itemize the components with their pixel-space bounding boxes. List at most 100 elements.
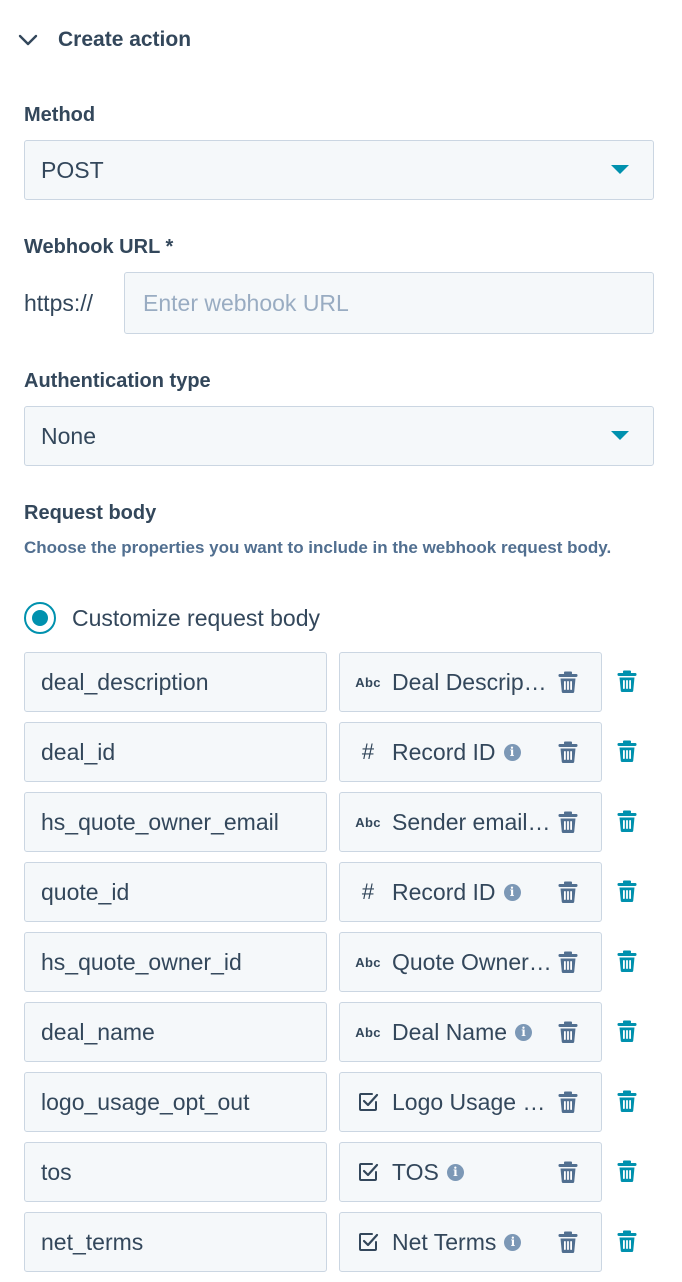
clear-property-trash[interactable] xyxy=(557,1230,579,1254)
text-type-icon: Abc xyxy=(355,954,381,970)
property-key-value: quote_id xyxy=(41,878,130,905)
property-select-value: Record ID xyxy=(392,738,496,765)
trash-icon[interactable] xyxy=(557,810,579,834)
property-key-value: deal_description xyxy=(41,668,209,695)
info-icon[interactable]: i xyxy=(446,1163,464,1181)
property-row: hs_quote_owner_email Abc Sender email… xyxy=(24,792,664,852)
property-key-value: hs_quote_owner_id xyxy=(41,948,242,975)
clear-property-trash[interactable] xyxy=(557,670,579,694)
checkbox-type-icon-wrap xyxy=(354,1213,382,1271)
property-key-value: net_terms xyxy=(41,1228,144,1255)
property-key-input[interactable]: logo_usage_opt_out xyxy=(24,1072,327,1132)
delete-row-button[interactable] xyxy=(616,669,638,693)
customize-request-body-radio[interactable]: Customize request body xyxy=(24,598,320,638)
trash-icon[interactable] xyxy=(616,809,638,833)
property-select-value-wrap: Quote Owner… xyxy=(392,933,552,991)
radio-label: Customize request body xyxy=(72,604,321,631)
property-select-value: Deal Name xyxy=(392,1018,508,1045)
property-select-value: Logo Usage … xyxy=(392,1088,546,1115)
trash-icon[interactable] xyxy=(616,1019,638,1043)
property-key-input[interactable]: deal_id xyxy=(24,722,327,782)
property-select-value: Sender email… xyxy=(392,808,551,835)
trash-icon[interactable] xyxy=(616,1089,638,1113)
delete-row-button[interactable] xyxy=(616,1019,638,1043)
delete-row-button[interactable] xyxy=(616,1089,638,1113)
property-select-value: TOS xyxy=(392,1158,439,1185)
trash-icon[interactable] xyxy=(616,1159,638,1183)
delete-row-button[interactable] xyxy=(616,1159,638,1183)
property-key-input[interactable]: hs_quote_owner_id xyxy=(24,932,327,992)
caret-down-icon xyxy=(611,165,629,174)
trash-icon[interactable] xyxy=(557,670,579,694)
property-select-value-wrap: Net Terms i xyxy=(392,1213,522,1271)
auth-type-label: Authentication type xyxy=(24,370,211,392)
property-select[interactable]: TOS i xyxy=(339,1142,602,1202)
delete-row-button[interactable] xyxy=(616,1229,638,1253)
checkbox-type-icon xyxy=(359,1093,379,1111)
property-select-value: Deal Descrip… xyxy=(392,668,547,695)
trash-icon[interactable] xyxy=(616,669,638,693)
property-row: logo_usage_opt_out Logo Usage … xyxy=(24,1072,664,1132)
method-select[interactable]: POST xyxy=(24,140,654,200)
property-select[interactable]: Abc Quote Owner… xyxy=(339,932,602,992)
trash-icon[interactable] xyxy=(557,740,579,764)
property-select[interactable]: Net Terms i xyxy=(339,1212,602,1272)
trash-icon[interactable] xyxy=(557,880,579,904)
chevron-down-icon xyxy=(18,34,38,46)
delete-row-button[interactable] xyxy=(616,879,638,903)
clear-property-trash[interactable] xyxy=(557,810,579,834)
checkbox-type-icon xyxy=(359,1233,379,1251)
property-select[interactable]: Abc Deal Name i xyxy=(339,1002,602,1062)
trash-icon[interactable] xyxy=(616,949,638,973)
property-key-input[interactable]: deal_description xyxy=(24,652,327,712)
property-key-input[interactable]: net_terms xyxy=(24,1212,327,1272)
property-row: tos TOS i xyxy=(24,1142,664,1202)
webhook-url-input[interactable] xyxy=(124,272,654,334)
radio-button[interactable] xyxy=(24,602,56,634)
info-icon[interactable]: i xyxy=(515,1023,533,1041)
clear-property-trash[interactable] xyxy=(557,740,579,764)
property-key-input[interactable]: quote_id xyxy=(24,862,327,922)
webhook-url-label: Webhook URL * xyxy=(24,236,174,258)
delete-row-button[interactable] xyxy=(616,949,638,973)
clear-property-trash[interactable] xyxy=(557,1090,579,1114)
property-select[interactable]: # Record ID i xyxy=(339,722,602,782)
trash-icon[interactable] xyxy=(616,739,638,763)
clear-property-trash[interactable] xyxy=(557,880,579,904)
checkbox-type-icon xyxy=(359,1163,379,1181)
clear-property-trash[interactable] xyxy=(557,1020,579,1044)
checkbox-type-icon-wrap xyxy=(354,1143,382,1201)
info-icon[interactable]: i xyxy=(504,1233,522,1251)
checkbox-type-icon-wrap xyxy=(354,1073,382,1131)
trash-icon[interactable] xyxy=(557,1020,579,1044)
property-key-input[interactable]: hs_quote_owner_email xyxy=(24,792,327,852)
info-icon[interactable]: i xyxy=(503,883,521,901)
create-action-panel: Create action Method POST Webhook URL * … xyxy=(0,0,682,1282)
delete-row-button[interactable] xyxy=(616,739,638,763)
number-type-icon: # xyxy=(361,739,375,764)
trash-icon[interactable] xyxy=(557,1090,579,1114)
property-key-value: deal_id xyxy=(41,738,116,765)
property-select-value-wrap: TOS i xyxy=(392,1143,464,1201)
trash-icon[interactable] xyxy=(616,879,638,903)
property-select[interactable]: # Record ID i xyxy=(339,862,602,922)
trash-icon[interactable] xyxy=(557,1230,579,1254)
info-icon[interactable]: i xyxy=(503,743,521,761)
property-select[interactable]: Abc Sender email… xyxy=(339,792,602,852)
trash-icon[interactable] xyxy=(557,1160,579,1184)
property-key-input[interactable]: deal_name xyxy=(24,1002,327,1062)
delete-row-button[interactable] xyxy=(616,809,638,833)
trash-icon[interactable] xyxy=(616,1229,638,1253)
property-select[interactable]: Logo Usage … xyxy=(339,1072,602,1132)
clear-property-trash[interactable] xyxy=(557,1160,579,1184)
property-key-input[interactable]: tos xyxy=(24,1142,327,1202)
clear-property-trash[interactable] xyxy=(557,950,579,974)
trash-icon[interactable] xyxy=(557,950,579,974)
text-type-icon: Abc xyxy=(355,674,381,690)
property-key-value: tos xyxy=(41,1158,72,1185)
create-action-toggle[interactable]: Create action xyxy=(16,22,191,58)
section-title: Create action xyxy=(58,28,192,51)
auth-type-select[interactable]: None xyxy=(24,406,654,466)
property-select[interactable]: Abc Deal Descrip… xyxy=(339,652,602,712)
radio-selected-dot xyxy=(32,610,48,626)
